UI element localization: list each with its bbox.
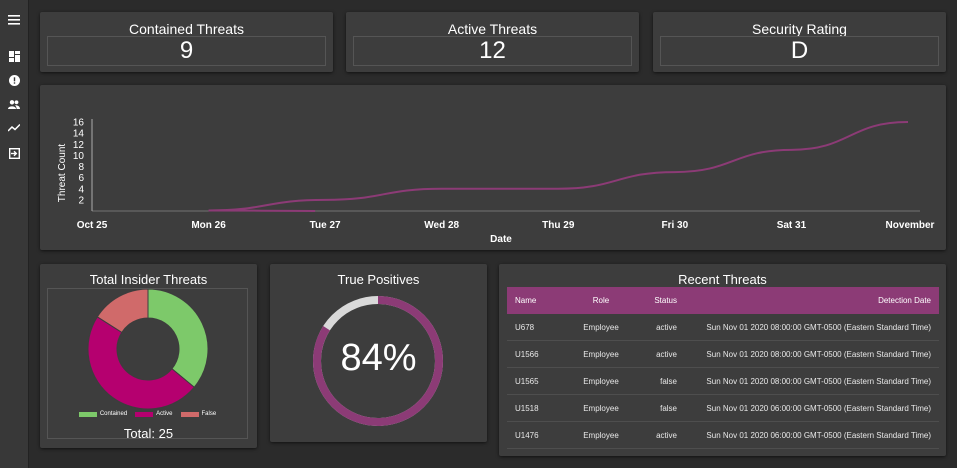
cell-status: active bbox=[639, 314, 685, 341]
menu-icon[interactable] bbox=[6, 12, 22, 28]
x-tick-label: Wed 28 bbox=[424, 220, 459, 231]
cell-role: Employee bbox=[563, 421, 639, 449]
donut-legend: Contained Active False bbox=[48, 411, 247, 417]
contained-threats-value: 9 bbox=[47, 36, 326, 66]
legend-contained-label: Contained bbox=[99, 411, 128, 417]
legend-false-label: False bbox=[201, 411, 217, 417]
cell-status: false bbox=[639, 367, 685, 395]
cell-role: Employee bbox=[563, 340, 639, 368]
legend-active[interactable]: Active bbox=[135, 411, 173, 417]
col-role[interactable]: Role bbox=[563, 287, 639, 314]
threat-trend-chart: Threat Count Date 161412108642 Oct 25 Mon… bbox=[57, 118, 935, 246]
x-tick-label: Thu 29 bbox=[542, 220, 575, 231]
y-tick-label: 10 bbox=[73, 151, 85, 162]
donut-chart bbox=[87, 289, 209, 410]
insider-threats-title: Total Insider Threats bbox=[89, 272, 208, 287]
recent-threats-table: Name Role Status Detection Date U678 Emp… bbox=[507, 287, 939, 449]
table-row[interactable]: U1565 Employee false Sun Nov 01 2020 08:… bbox=[507, 367, 939, 395]
y-tick-label: 6 bbox=[78, 173, 84, 184]
col-detection-date[interactable]: Detection Date bbox=[685, 287, 939, 314]
cell-role: Employee bbox=[563, 314, 639, 341]
dashboard-icon[interactable] bbox=[6, 48, 22, 64]
x-axis-label: Date bbox=[490, 234, 512, 245]
cell-date: Sun Nov 01 2020 08:00:00 GMT-0500 (Easte… bbox=[685, 314, 939, 341]
cell-name: U678 bbox=[507, 314, 563, 341]
trend-icon[interactable] bbox=[6, 120, 22, 136]
donut-slice-contained[interactable] bbox=[147, 289, 209, 388]
cell-status: active bbox=[639, 421, 685, 449]
table-header-row: Name Role Status Detection Date bbox=[507, 287, 939, 314]
y-tick-label: 2 bbox=[78, 195, 84, 206]
cell-date: Sun Nov 01 2020 08:00:00 GMT-0500 (Easte… bbox=[685, 367, 939, 395]
contained-threats-title: Contained Threats bbox=[129, 21, 244, 37]
series-line bbox=[208, 121, 909, 212]
exit-icon[interactable] bbox=[6, 145, 22, 161]
cell-date: Sun Nov 01 2020 06:00:00 GMT-0500 (Easte… bbox=[685, 421, 939, 449]
legend-active-swatch bbox=[135, 411, 154, 417]
threat-trend-card: Threat Count Date 16 14 12 10 8 6 4 2 Oct 25 Mon… bbox=[40, 85, 946, 250]
true-positives-card: True Positives 84% bbox=[270, 264, 487, 442]
table-row[interactable]: U678 Employee active Sun Nov 01 2020 08:… bbox=[507, 314, 939, 341]
x-tick-label: November bbox=[886, 220, 935, 231]
recent-threats-table-wrap: Name Role Status Detection Date U678 Emp… bbox=[507, 287, 939, 449]
y-tick-label: 8 bbox=[78, 162, 84, 173]
legend-contained-swatch bbox=[78, 411, 97, 417]
security-rating-title: Security Rating bbox=[752, 21, 847, 37]
table-row[interactable]: U1476 Employee active Sun Nov 01 2020 06… bbox=[507, 421, 939, 449]
recent-threats-card: Recent Threats Name Role Status Detectio… bbox=[499, 264, 946, 456]
cell-role: Employee bbox=[563, 394, 639, 422]
insider-threats-card: Total Insider Threats Contained Active F… bbox=[40, 264, 257, 448]
x-tick-label: Sat 31 bbox=[777, 220, 807, 231]
y-tick-label: 4 bbox=[78, 184, 84, 195]
x-tick-label: Fri 30 bbox=[662, 220, 689, 231]
security-rating-value: D bbox=[660, 36, 939, 66]
cell-name: U1476 bbox=[507, 421, 563, 449]
cell-date: Sun Nov 01 2020 06:00:00 GMT-0500 (Easte… bbox=[685, 394, 939, 422]
legend-false[interactable]: False bbox=[180, 411, 217, 417]
cell-role: Employee bbox=[563, 367, 639, 395]
alert-icon[interactable] bbox=[6, 72, 22, 88]
true-positives-value: 84% bbox=[340, 337, 417, 379]
cell-name: U1518 bbox=[507, 394, 563, 422]
col-status[interactable]: Status bbox=[639, 287, 685, 314]
legend-contained[interactable]: Contained bbox=[78, 411, 128, 417]
people-icon[interactable] bbox=[6, 96, 22, 112]
cell-status: false bbox=[639, 394, 685, 422]
col-name[interactable]: Name bbox=[507, 287, 563, 314]
total-label: Total: 25 bbox=[123, 426, 174, 441]
active-threats-card: Active Threats 12 bbox=[346, 12, 639, 72]
sidebar bbox=[0, 0, 29, 468]
active-threats-value: 12 bbox=[353, 36, 632, 66]
contained-threats-card: Contained Threats 9 bbox=[40, 12, 333, 72]
legend-active-label: Active bbox=[156, 411, 173, 417]
table-row[interactable]: U1566 Employee active Sun Nov 01 2020 08… bbox=[507, 340, 939, 368]
table-row[interactable]: U1518 Employee false Sun Nov 01 2020 06:… bbox=[507, 394, 939, 422]
security-rating-card: Security Rating D bbox=[653, 12, 946, 72]
cell-date: Sun Nov 01 2020 08:00:00 GMT-0500 (Easte… bbox=[685, 340, 939, 368]
x-tick-label: Oct 25 bbox=[77, 220, 108, 231]
legend-false-swatch bbox=[180, 411, 199, 417]
active-threats-title: Active Threats bbox=[447, 21, 538, 37]
cell-status: active bbox=[639, 340, 685, 368]
x-tick-label: Tue 27 bbox=[310, 220, 341, 231]
y-tick-label: 12 bbox=[73, 140, 85, 151]
y-axis-label: Threat Count bbox=[57, 144, 68, 203]
y-tick-label: 14 bbox=[73, 129, 85, 140]
cell-name: U1566 bbox=[507, 340, 563, 368]
x-tick-label: Mon 26 bbox=[191, 220, 226, 231]
y-tick-label: 16 bbox=[73, 118, 85, 129]
recent-threats-title: Recent Threats bbox=[678, 272, 767, 287]
cell-name: U1565 bbox=[507, 367, 563, 395]
donut-frame: Contained Active False bbox=[47, 288, 248, 439]
